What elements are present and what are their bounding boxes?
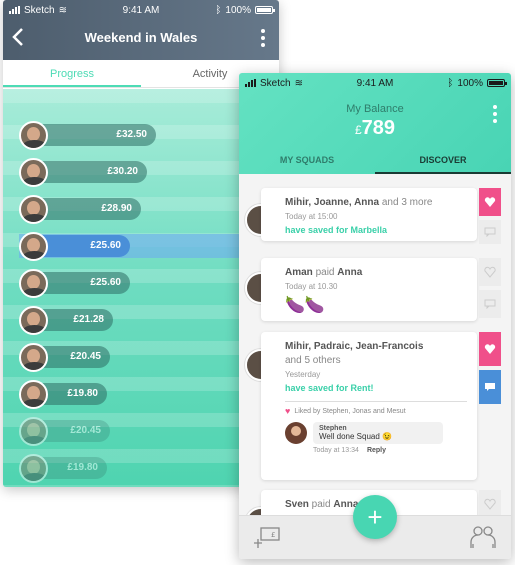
front-status-bar: Sketch ≋ 9:41 AM ᛒ 100%	[239, 73, 511, 93]
heart-icon: ♥	[285, 406, 291, 416]
card-names-target: Anna	[337, 267, 363, 278]
bluetooth-icon: ᛒ	[215, 4, 222, 16]
plus-button[interactable]: +	[353, 495, 397, 539]
comment-time: Today at 13:34	[313, 447, 359, 454]
battery-label: 100%	[225, 4, 251, 16]
battery-icon	[255, 6, 275, 14]
carrier-label: Sketch	[260, 77, 291, 89]
card-names-main: Sven	[285, 499, 309, 510]
card-names-suffix: and 5 others	[285, 355, 341, 366]
balance-label: My Balance	[346, 103, 404, 115]
kebab-menu-icon[interactable]	[493, 105, 497, 123]
avatar	[19, 343, 48, 372]
card-action-rail	[479, 258, 501, 322]
feed-card[interactable]: Aman paid Anna Today at 10.30 🍆🍆	[261, 258, 477, 321]
plus-icon: +	[367, 501, 383, 532]
battery-label: 100%	[457, 77, 483, 89]
card-message: have saved for Rent!	[285, 383, 374, 393]
front-phone-screen: Sketch ≋ 9:41 AM ᛒ 100% My Balance £789 MY…	[239, 73, 511, 559]
gift-button[interactable]	[479, 188, 501, 216]
card-time: Yesterday	[285, 370, 321, 379]
front-header: Sketch ≋ 9:41 AM ᛒ 100% My Balance £789 MY…	[239, 73, 511, 174]
progress-panel: £32.50 £30.20 £28.90 £25.60 £25.60 £21.28 £20.…	[3, 89, 279, 487]
comment-button[interactable]	[479, 370, 501, 404]
heart-icon	[484, 266, 496, 278]
avatar	[19, 195, 48, 224]
gift-icon	[484, 344, 496, 354]
card-names-suffix: paid	[308, 499, 334, 510]
comment-author: Stephen	[319, 425, 347, 432]
wifi-icon: ≋	[58, 4, 67, 16]
gift-icon	[484, 197, 496, 207]
like-button[interactable]	[479, 258, 501, 286]
add-money-icon[interactable]: £	[253, 526, 281, 550]
avatar	[19, 306, 48, 335]
commenter-avatar	[285, 422, 307, 444]
balance-value: 789	[361, 117, 396, 139]
comment-icon	[484, 227, 496, 237]
card-emoji: 🍆🍆	[285, 297, 325, 314]
comment-meta: Today at 13:34 Reply	[313, 447, 467, 454]
card-time: Today at 10.30	[285, 282, 338, 291]
page-title: Weekend in Wales	[84, 30, 198, 45]
feed-card[interactable]: Mihir, Padraic, Jean-Francois and 5 other…	[261, 332, 477, 480]
tab-discover[interactable]: DISCOVER	[375, 149, 511, 174]
avatar	[19, 232, 48, 261]
comment-button[interactable]	[479, 290, 501, 318]
avatar	[19, 269, 48, 298]
group-icon[interactable]	[469, 524, 497, 552]
balance-amount: £789	[239, 117, 511, 140]
back-header: Sketch ≋ 9:41 AM ᛒ 100% Weekend in Wales	[3, 0, 279, 60]
comment-text: Well done Squad 😉	[319, 432, 392, 441]
signal-icon	[245, 79, 256, 87]
card-action-rail	[479, 332, 501, 408]
screen: Sketch ≋ 9:41 AM ᛒ 100% Weekend in Wales P…	[0, 0, 515, 565]
progress-bar: £30.20	[31, 161, 147, 183]
gift-button[interactable]	[479, 332, 501, 366]
heart-icon	[484, 498, 496, 510]
card-names-main: Mihir, Padraic, Jean-Francois	[285, 341, 424, 352]
bluetooth-icon: ᛒ	[447, 77, 454, 89]
likes-row: ♥ Liked by Stephen, Jonas and Mesut	[285, 401, 467, 416]
front-tab-bar: MY SQUADS DISCOVER	[239, 149, 511, 174]
comment: Stephen Well done Squad 😉	[285, 422, 467, 444]
signal-icon	[9, 6, 20, 14]
kebab-menu-icon[interactable]	[261, 29, 265, 47]
back-status-bar: Sketch ≋ 9:41 AM ᛒ 100%	[3, 0, 279, 20]
avatar	[19, 121, 48, 150]
avatar	[19, 454, 48, 483]
card-action-rail	[479, 188, 501, 248]
progress-bar: £32.50	[31, 124, 156, 146]
card-time: Today at 15:00	[285, 212, 338, 221]
card-names-main: Aman	[285, 267, 313, 278]
wifi-icon: ≋	[294, 77, 303, 89]
card-names-suffix: paid	[312, 267, 338, 278]
card-names: Mihir, Padraic, Jean-Francois and 5 other…	[285, 340, 467, 368]
avatar	[19, 417, 48, 446]
card-names: Mihir, Joanne, Anna and 3 more	[285, 196, 467, 210]
likes-text: Liked by Stephen, Jonas and Mesut	[294, 407, 406, 415]
card-names: Aman paid Anna	[285, 266, 467, 280]
card-names-main: Mihir, Joanne, Anna	[285, 197, 380, 208]
comment-button[interactable]	[479, 220, 501, 244]
card-names-suffix: and 3 more	[379, 197, 433, 208]
reply-link[interactable]: Reply	[367, 447, 386, 454]
back-tab-bar: Progress Activity	[3, 60, 279, 88]
avatar	[19, 380, 48, 409]
battery-icon	[487, 79, 507, 87]
comment-bubble: Stephen Well done Squad 😉	[313, 422, 443, 444]
like-button[interactable]	[479, 490, 501, 518]
tab-progress[interactable]: Progress	[3, 60, 141, 87]
feed-card[interactable]: Mihir, Joanne, Anna and 3 more Today at …	[261, 188, 477, 241]
avatar	[19, 158, 48, 187]
svg-text:£: £	[271, 531, 275, 539]
comment-icon	[484, 299, 496, 309]
carrier-label: Sketch	[24, 4, 55, 16]
balance-currency: £	[354, 123, 362, 137]
tab-my-squads[interactable]: MY SQUADS	[239, 149, 375, 174]
back-phone-screen: Sketch ≋ 9:41 AM ᛒ 100% Weekend in Wales P…	[3, 0, 279, 487]
card-message: have saved for Marbella	[285, 225, 388, 235]
comment-icon	[485, 383, 495, 391]
